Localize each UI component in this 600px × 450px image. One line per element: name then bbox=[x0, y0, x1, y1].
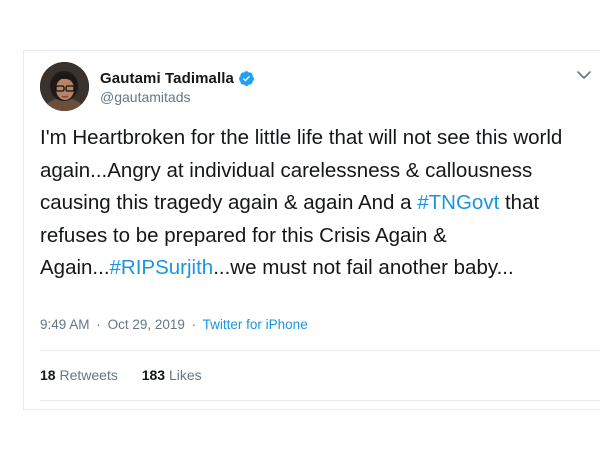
author-name-row: Gautami Tadimalla bbox=[100, 68, 255, 88]
hashtag-link[interactable]: #RIPSurjith bbox=[110, 256, 214, 279]
divider bbox=[40, 400, 600, 401]
verified-badge-icon bbox=[239, 70, 254, 86]
avatar[interactable] bbox=[40, 62, 89, 111]
chevron-down-icon[interactable] bbox=[576, 69, 592, 81]
separator-dot: · bbox=[191, 317, 197, 332]
retweets-label: Retweets bbox=[59, 367, 118, 383]
author-display-name[interactable]: Gautami Tadimalla bbox=[100, 70, 234, 87]
hashtag-link[interactable]: #TNGovt bbox=[417, 191, 499, 214]
tweet-text-part: ...we must not fail another baby... bbox=[213, 256, 514, 279]
retweets-count: 18 bbox=[40, 367, 56, 383]
likes-stat[interactable]: 183 Likes bbox=[142, 367, 202, 383]
tweet-card: Gautami Tadimalla @gautamitads I'm Heart… bbox=[23, 50, 600, 410]
likes-count: 183 bbox=[141, 367, 166, 383]
tweet-stats: 18 Retweets 183 Likes bbox=[40, 367, 222, 383]
screenshot-canvas: Gautami Tadimalla @gautamitads I'm Heart… bbox=[0, 0, 600, 450]
tweet-date[interactable]: Oct 29, 2019 bbox=[108, 317, 185, 332]
author-handle[interactable]: @gautamitads bbox=[100, 89, 190, 105]
tweet-text: I'm Heartbroken for the little life that… bbox=[40, 122, 592, 285]
likes-label: Likes bbox=[168, 367, 202, 383]
tweet-metadata: 9:49 AM · Oct 29, 2019 · Twitter for iPh… bbox=[40, 317, 308, 332]
divider bbox=[40, 350, 600, 351]
user-avatar-icon bbox=[40, 62, 89, 111]
separator-dot: · bbox=[96, 317, 101, 332]
retweets-stat[interactable]: 18 Retweets bbox=[40, 367, 118, 383]
tweet-source-link[interactable]: Twitter for iPhone bbox=[203, 317, 308, 332]
tweet-time[interactable]: 9:49 AM bbox=[40, 317, 90, 332]
